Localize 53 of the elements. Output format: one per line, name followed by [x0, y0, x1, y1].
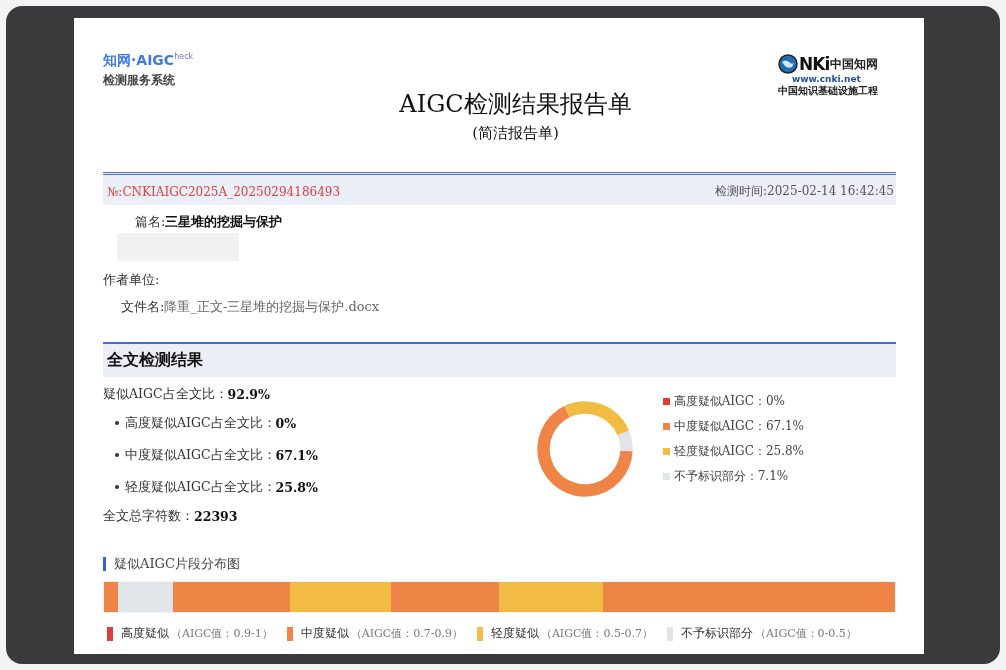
legend-range: （AIGC值：0.5-0.7） [540, 626, 654, 641]
legend-range: （AIGC值：0.7-0.9） [350, 626, 463, 641]
bullet-dot [115, 453, 119, 457]
legend-range: （AIGC值：0-0.5） [755, 626, 857, 641]
report-title: AIGC检测结果报告单 [399, 89, 632, 120]
legend-swatch [107, 626, 113, 641]
check-time: 检测时间:2025-02-14 16:42:45 [715, 183, 894, 200]
logo-url: www.cnki.net [792, 74, 861, 85]
field-value: 三星堆的挖掘与保护 [165, 213, 283, 231]
field-label: 文件名: [121, 298, 165, 316]
legend-swatch [662, 473, 670, 480]
field-label: 作者单位: [103, 271, 160, 289]
field-value: 降重_正文-三星堆的挖掘与保护.docx [164, 298, 380, 316]
bullet-dot [115, 485, 119, 489]
logo-brand: 知网·AIGC [103, 52, 175, 70]
logo-brand-cn: 中国知网 [830, 55, 879, 73]
stat-value: 67.1% [275, 447, 318, 463]
globe-icon [778, 54, 798, 74]
stat-label: 全文总字符数： [103, 507, 194, 525]
legend-swatch [667, 626, 674, 641]
logo-mark: NKi [799, 54, 830, 74]
distribution-title: 疑似AIGC片段分布图 [114, 555, 240, 573]
legend-label: 中度疑似 [300, 625, 349, 642]
legend-swatch [476, 626, 483, 641]
field-label: 篇名: [135, 213, 166, 231]
report-number: №:CNKIAIGC2025A_20250294186493 [107, 184, 341, 199]
title-accent [103, 557, 106, 571]
legend-swatch [662, 448, 670, 455]
stat-value: 22393 [194, 508, 238, 524]
stat-value: 0% [275, 415, 297, 431]
stat-label: 轻度疑似AIGC占全文比： [125, 478, 276, 496]
stat-label: 高度疑似AIGC占全文比： [125, 414, 276, 432]
bullet-dot [115, 421, 119, 425]
logo-slogan: 中国知识基础设施工程 [778, 85, 878, 97]
legend-label: 中度疑似AIGC：67.1% [673, 418, 804, 435]
legend-label: 高度疑似 [121, 625, 169, 642]
legend-label: 高度疑似AIGC：0% [673, 393, 785, 410]
section-title: 全文检测结果 [107, 350, 203, 369]
legend-label: 轻度疑似 [490, 625, 539, 642]
stat-value: 25.8% [275, 479, 318, 495]
report-subtitle: (简洁报告单) [472, 124, 559, 143]
stat-value: 92.9% [227, 386, 270, 402]
legend-swatch [662, 398, 670, 405]
logo-suffix: heck [174, 52, 194, 61]
logo-subtitle: 检测服务系统 [103, 72, 176, 89]
legend-range: （AIGC值：0.9-1） [171, 626, 273, 641]
legend-swatch [286, 626, 293, 641]
stat-label: 中度疑似AIGC占全文比： [125, 446, 276, 464]
stat-label: 疑似AIGC占全文比： [103, 385, 228, 403]
legend-label: 轻度疑似AIGC：25.8% [673, 443, 804, 460]
legend-label: 不予标识部分：7.1% [673, 468, 789, 485]
legend-swatch [662, 423, 670, 430]
legend-label: 不予标识部分 [681, 625, 754, 642]
